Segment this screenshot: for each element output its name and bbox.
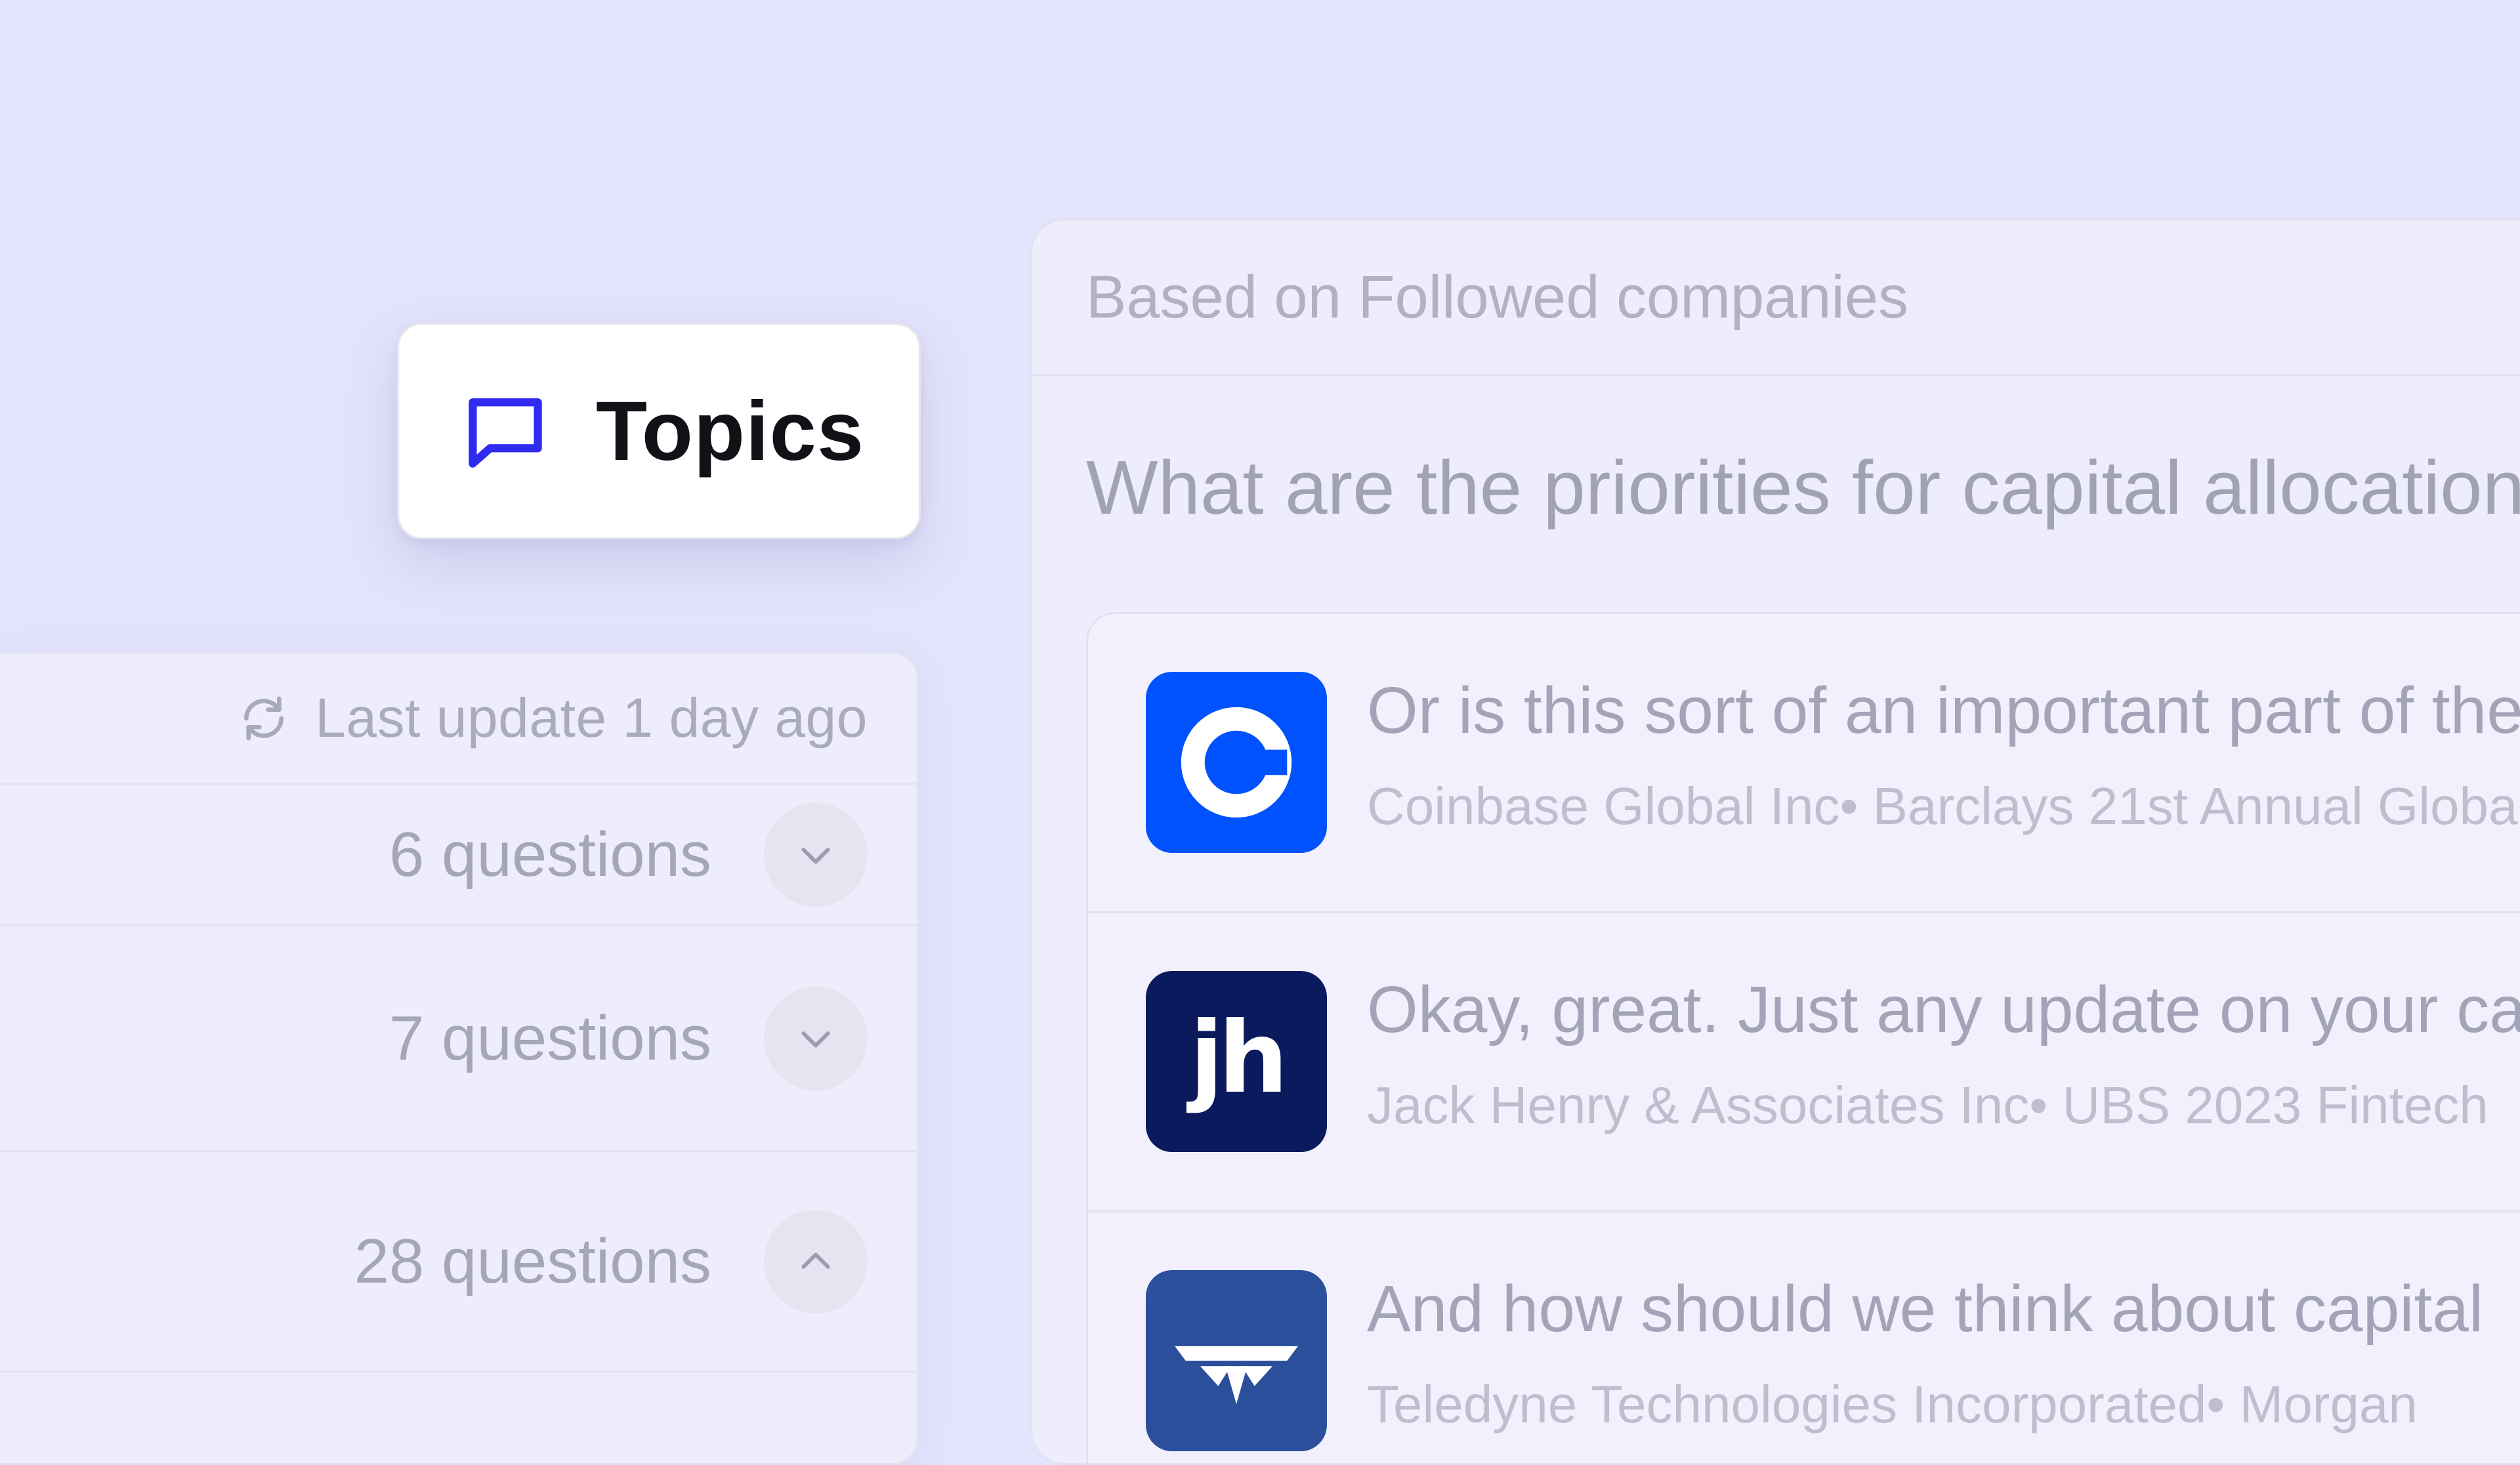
jack-henry-logo: jh (1146, 971, 1327, 1152)
last-update-bar: Last update 1 day ago (0, 653, 917, 785)
answer-item[interactable]: And how should we think about capital Te… (1088, 1212, 2520, 1463)
answer-source: Teledyne Technologies Incorporated• Morg… (1367, 1375, 2418, 1434)
topic-row[interactable]: 7 questions (0, 926, 917, 1152)
chevron-down-icon (801, 847, 830, 864)
answers-panel: Based on Followed companies What are the… (1030, 218, 2520, 1465)
jack-henry-logo-text: jh (1189, 1001, 1288, 1115)
questions-panel: Last update 1 day ago 6 questions 7 ques… (0, 651, 919, 1465)
question-title: What are the priorities for capital allo… (1086, 445, 2520, 530)
topic-row[interactable]: 6 questions (0, 785, 917, 926)
coinbase-logo (1146, 672, 1327, 853)
expand-button[interactable] (764, 802, 868, 907)
answer-item[interactable]: jh Okay, great. Just any update on your … (1088, 913, 2520, 1212)
topic-row[interactable]: 28 questions (0, 1152, 917, 1372)
answer-item[interactable]: Or is this sort of an important part of … (1088, 614, 2520, 913)
chevron-up-icon (801, 1252, 830, 1269)
answer-text: And how should we think about capital (1367, 1272, 2484, 1346)
topics-label: Topics (596, 384, 864, 478)
teledyne-logo (1146, 1270, 1327, 1451)
question-count: 28 questions (354, 1226, 711, 1296)
panel-header: Based on Followed companies (1032, 220, 2520, 376)
chevron-down-icon (801, 1031, 830, 1048)
answer-source: Coinbase Global Inc• Barclays 21st Annua… (1367, 777, 2520, 835)
chat-bubble-icon (469, 398, 542, 468)
answer-text: Okay, great. Just any update on your cap… (1367, 973, 2520, 1046)
question-count: 6 questions (388, 819, 711, 890)
answer-source: Jack Henry & Associates Inc• UBS 2023 Fi… (1367, 1076, 2488, 1134)
question-count: 7 questions (388, 1002, 711, 1073)
last-update-text: Last update 1 day ago (315, 687, 868, 749)
refresh-icon[interactable] (238, 692, 290, 745)
answers-list: Or is this sort of an important part of … (1086, 612, 2520, 1463)
expand-button[interactable] (764, 986, 868, 1090)
answer-text: Or is this sort of an important part of … (1367, 674, 2520, 747)
collapse-button[interactable] (764, 1209, 868, 1313)
topics-button[interactable]: Topics (397, 323, 921, 539)
